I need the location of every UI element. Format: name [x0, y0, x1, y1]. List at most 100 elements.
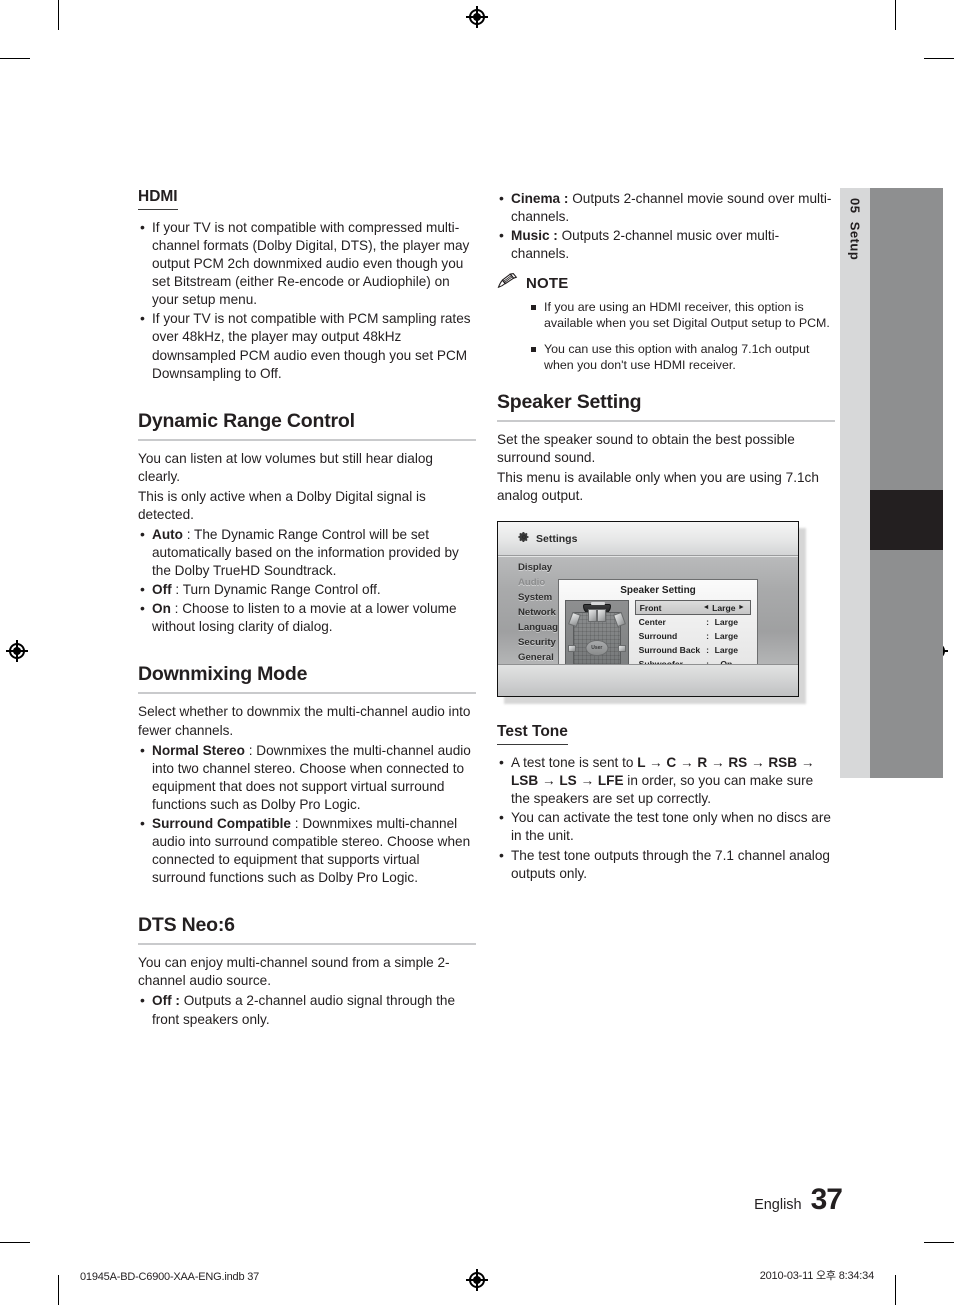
- option-center-value: Large: [714, 617, 738, 628]
- drc-option-3-term: On: [152, 601, 171, 617]
- test-tone-bullet-2-text: You can activate the test tone only when…: [511, 810, 831, 844]
- settings-screen: Settings Display Audio System Network La…: [497, 521, 799, 698]
- note-item-2-text: You can use this option with analog 7.1c…: [544, 341, 810, 372]
- list-item: Auto : The Dynamic Range Control will be…: [138, 525, 476, 580]
- heading-dts-neo6: DTS Neo:6: [138, 914, 476, 946]
- test-tone-bullet-list: A test tone is sent to L → C → R → RS → …: [497, 753, 835, 883]
- dts-paragraph-1: You can enjoy multi-channel sound from a…: [138, 955, 450, 989]
- downmixing-option-2-term: Surround Compatible: [152, 815, 291, 831]
- sidebar-item-audio[interactable]: Audio: [518, 576, 563, 589]
- sidebar-item-language[interactable]: Language: [518, 621, 563, 634]
- downmixing-option-1-term: Normal Stereo: [152, 742, 245, 758]
- chapter-label: Setup: [847, 221, 863, 261]
- surround-left-speaker-icon: [568, 645, 576, 653]
- dts-option-1-term: Off :: [152, 993, 180, 1009]
- crop-mark-top-right-v: [895, 0, 896, 30]
- drc-option-list: Auto : The Dynamic Range Control will be…: [138, 525, 476, 636]
- list-item: A test tone is sent to L → C → R → RS → …: [497, 753, 835, 808]
- list-item: If your TV is not compatible with compre…: [138, 218, 476, 309]
- footer-language: English: [754, 1197, 802, 1213]
- note-item-1-text: If you are using an HDMI receiver, this …: [544, 300, 830, 331]
- list-item: You can activate the test tone only when…: [497, 808, 835, 845]
- sidebar-item-network[interactable]: Network: [518, 606, 563, 619]
- chevron-right-icon[interactable]: ►: [737, 604, 746, 611]
- crop-mark-top-left-h: [0, 58, 30, 59]
- chapter-number: 05: [847, 198, 863, 214]
- cinema-option-term: Cinema :: [511, 191, 569, 206]
- list-item: The test tone outputs through the 7.1 ch…: [497, 846, 835, 883]
- crop-mark-bottom-left-v: [58, 1275, 59, 1305]
- print-file-name: 01945A-BD-C6900-XAA-ENG.indb 37: [80, 1271, 260, 1283]
- music-option-term: Music :: [511, 228, 558, 244]
- chevron-left-icon[interactable]: ◄: [702, 604, 711, 611]
- drc-paragraph-1: You can listen at low volumes but still …: [138, 450, 433, 484]
- registration-mark-bottom: [466, 1269, 488, 1291]
- chapter-tab-text: 05 Setup: [848, 198, 863, 260]
- sidebar-item-display[interactable]: Display: [518, 561, 563, 574]
- sidebar-item-security[interactable]: Security: [518, 636, 563, 649]
- option-surround-back-value: Large: [714, 645, 738, 656]
- settings-title-group: Settings: [518, 531, 577, 546]
- list-item: If your TV is not compatible with PCM sa…: [138, 309, 476, 382]
- sidebar-item-system[interactable]: System: [518, 591, 563, 604]
- option-surround-name: Surround: [638, 631, 678, 642]
- crop-mark-bottom-left-h: [0, 1242, 30, 1243]
- heading-speaker-setting: Speaker Setting: [497, 391, 835, 422]
- hdmi-bullet-2-text: If your TV is not compatible with PCM sa…: [152, 311, 471, 381]
- drc-option-1-desc: The Dynamic Range Control will be set au…: [152, 527, 459, 579]
- option-row-front[interactable]: Front ◄ Large ►: [634, 600, 751, 616]
- option-row-surround[interactable]: Surround : Large: [635, 629, 751, 643]
- list-item: Off : Turn Dynamic Range Control off.: [138, 580, 476, 599]
- list-item: You can use this option with analog 7.1c…: [531, 341, 835, 373]
- crop-mark-top-right-h: [924, 58, 954, 59]
- list-item: Surround Compatible : Downmixes multi-ch…: [138, 814, 476, 887]
- page-footer-number: English 37: [754, 1183, 843, 1217]
- drc-option-1-sep: :: [182, 527, 195, 543]
- option-row-surround-back[interactable]: Surround Back : Large: [635, 643, 751, 657]
- settings-footer-bar: [498, 664, 798, 697]
- note-header: NOTE: [497, 273, 835, 294]
- print-timestamp: 2010-03-11 오후 8:34:34: [759, 1270, 875, 1282]
- list-item: If you are using an HDMI receiver, this …: [531, 299, 835, 331]
- downmixing-option-list: Normal Stereo : Downmixes the multi-chan…: [138, 741, 476, 888]
- settings-screenshot-figure: Settings Display Audio System Network La…: [497, 521, 806, 705]
- option-surround-value: Large: [714, 631, 738, 642]
- hdmi-bullet-list: If your TV is not compatible with compre…: [138, 218, 476, 383]
- downmixing-option-2-sep: :: [290, 815, 303, 831]
- user-position-label: User: [585, 640, 609, 657]
- option-surround-sep: :: [706, 631, 710, 642]
- drc-option-2-sep: :: [171, 582, 183, 598]
- downmixing-option-1-sep: :: [244, 742, 257, 758]
- chapter-index-active-marker: [870, 490, 943, 550]
- settings-sidebar: Display Audio System Network Language Se…: [518, 561, 563, 679]
- dts-option-1-desc: Outputs a 2-channel audio signal through…: [152, 993, 456, 1027]
- option-row-center[interactable]: Center : Large: [635, 615, 751, 629]
- option-surround-back-sep: :: [706, 645, 710, 656]
- option-front-value: Large: [712, 602, 736, 613]
- registration-mark-top: [466, 6, 488, 28]
- list-item: Normal Stereo : Downmixes the multi-chan…: [138, 741, 476, 814]
- pencil-icon: [497, 273, 519, 294]
- heading-dynamic-range-control: Dynamic Range Control: [138, 410, 476, 441]
- registration-mark-left: [6, 640, 28, 662]
- manual-page: HDMI If your TV is not compatible with c…: [0, 0, 954, 1305]
- speaker-setting-paragraph-2: This menu is available only when you are…: [497, 469, 819, 504]
- list-item: Music : Outputs 2-channel music over mul…: [497, 226, 835, 263]
- settings-content: Display Audio System Network Language Se…: [498, 557, 798, 697]
- heading-test-tone: Test Tone: [497, 723, 568, 746]
- test-tone-bullet-3-text: The test tone outputs through the 7.1 ch…: [511, 847, 830, 881]
- note-item-list: If you are using an HDMI receiver, this …: [531, 299, 835, 373]
- speaker-setting-paragraph-1: Set the speaker sound to obtain the best…: [497, 431, 795, 465]
- settings-window-title: Settings: [536, 532, 578, 545]
- drc-option-3-desc: Choose to listen to a movie at a lower v…: [152, 601, 457, 635]
- list-item: Cinema : Outputs 2-channel movie sound o…: [497, 189, 835, 226]
- crop-mark-bottom-right-v: [895, 1275, 896, 1305]
- sidebar-item-general[interactable]: General: [518, 651, 563, 664]
- dialog-title: Speaker Setting: [620, 585, 696, 597]
- option-surround-back-name: Surround Back: [638, 645, 701, 656]
- note-label: NOTE: [526, 275, 569, 293]
- heading-hdmi: HDMI: [138, 188, 178, 210]
- gear-icon: [518, 531, 530, 546]
- drc-option-1-term: Auto: [152, 527, 183, 543]
- heading-downmixing-mode: Downmixing Mode: [138, 663, 476, 695]
